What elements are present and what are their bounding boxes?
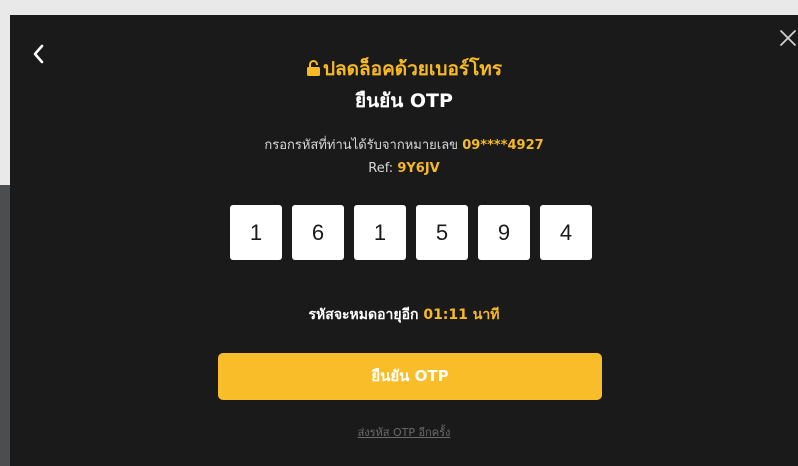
otp-digit-input-4[interactable]: 5 [416, 205, 468, 260]
ref-label: Ref: [368, 161, 394, 176]
confirm-otp-button[interactable]: ยืนยัน OTP [218, 353, 602, 400]
reference-code-row: Ref: 9Y6JV [10, 160, 798, 178]
otp-digit-input-3[interactable]: 1 [354, 205, 406, 260]
otp-digit-input-1[interactable]: 1 [230, 205, 282, 260]
close-icon [780, 30, 796, 46]
modal-subtitle: ยืนยัน OTP [355, 90, 453, 112]
expiry-unit: นาที [472, 307, 500, 323]
instruction-label: กรอกรหัสที่ท่านได้รับจากหมายเลข [264, 138, 459, 153]
expiry-time: 01:11 [423, 307, 468, 323]
masked-phone-number: 09****4927 [462, 138, 544, 153]
otp-digit-input-5[interactable]: 9 [478, 205, 530, 260]
otp-digit-input-6[interactable]: 4 [540, 205, 592, 260]
expiry-label: รหัสจะหมดอายุอีก [308, 307, 419, 323]
modal-title: ปลดล็อคด้วยเบอร์โทร [10, 57, 798, 83]
title-text: ปลดล็อคด้วยเบอร์โทร [322, 58, 503, 80]
resend-otp-label: ส่งรหัส OTP อีกครั้ง [357, 426, 451, 439]
expiry-countdown: รหัสจะหมดอายุอีก 01:11 นาที [10, 305, 798, 325]
lock-icon [306, 59, 321, 83]
instruction-text: กรอกรหัสที่ท่านได้รับจากหมายเลข 09****49… [10, 137, 798, 155]
close-button[interactable] [779, 29, 797, 47]
resend-otp-link[interactable]: ส่งรหัส OTP อีกครั้ง [10, 425, 798, 441]
otp-digit-input-2[interactable]: 6 [292, 205, 344, 260]
ref-code: 9Y6JV [397, 161, 440, 176]
otp-modal: ปลดล็อคด้วยเบอร์โทร ยืนยัน OTP กรอกรหัสท… [10, 15, 798, 466]
